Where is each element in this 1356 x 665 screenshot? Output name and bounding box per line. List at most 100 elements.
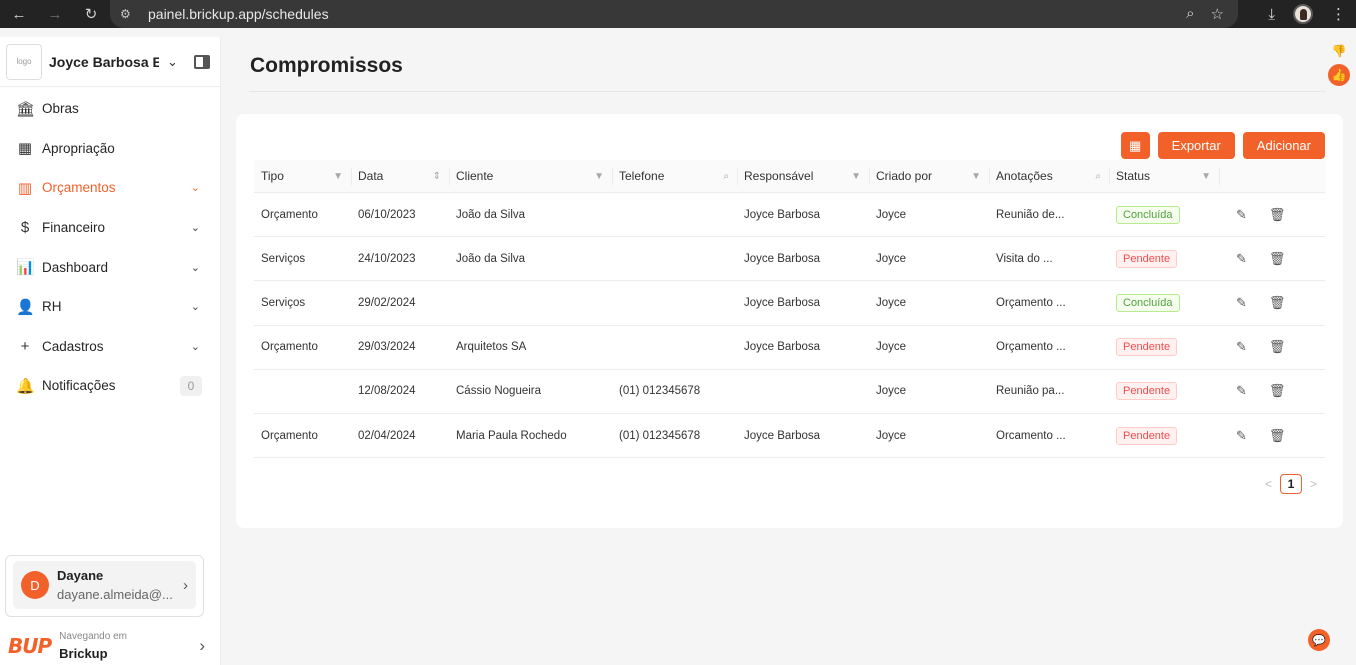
trash-icon[interactable]: 🗑 xyxy=(1269,295,1286,311)
back-icon[interactable]: ← xyxy=(8,6,30,23)
url-text[interactable]: painel.brickup.app/schedules xyxy=(148,6,329,22)
feedback-widget: 👎 👍 xyxy=(1328,44,1350,86)
chevron-down-icon: ⌄ xyxy=(190,182,200,195)
column-header-criado-por[interactable]: Criado por ▼ xyxy=(869,160,989,192)
edit-icon[interactable]: ✎ xyxy=(1236,251,1247,267)
cell-anotacoes: Reunião pa... xyxy=(996,385,1065,398)
edit-icon[interactable]: ✎ xyxy=(1236,383,1247,399)
trash-icon[interactable]: 🗑 xyxy=(1269,339,1286,355)
cell-data: 06/10/2023 xyxy=(358,208,416,221)
column-header-cliente[interactable]: Cliente ▼ xyxy=(449,160,612,192)
column-label: Tipo xyxy=(261,169,284,183)
column-header-anotacoes[interactable]: Anotações ⌕ xyxy=(989,160,1109,192)
chevron-right-icon[interactable]: › xyxy=(199,636,205,656)
column-label: Telefone xyxy=(619,169,665,183)
filter-icon[interactable]: ▼ xyxy=(971,171,981,182)
sidebar-item-obras[interactable]: 🏛 Obras xyxy=(0,89,220,129)
status-badge: Pendente xyxy=(1116,382,1178,401)
filter-icon[interactable]: ▼ xyxy=(1201,171,1211,182)
table-row[interactable]: Orçamento 29/03/2024 Arquitetos SA Joyce… xyxy=(254,326,1325,370)
column-header-status[interactable]: Status ▼ xyxy=(1109,160,1219,192)
column-header-tipo[interactable]: Tipo ▼ xyxy=(254,160,351,192)
company-name[interactable]: Joyce Barbosa E... xyxy=(49,54,159,70)
profile-icon[interactable] xyxy=(1293,4,1313,24)
sidebar-item-financeiro[interactable]: $ Financeiro ⌄ xyxy=(0,208,220,248)
cell-criado-por: Joyce xyxy=(876,429,907,442)
company-switcher[interactable]: logo Joyce Barbosa E... ⌄ xyxy=(0,37,220,87)
download-icon[interactable]: ⤓ xyxy=(1268,6,1275,23)
notification-count-badge: 0 xyxy=(180,375,202,396)
forward-icon[interactable]: → xyxy=(44,6,66,23)
sidebar-item-label: Apropriação xyxy=(42,140,115,156)
sidebar-item-label: Obras xyxy=(42,101,79,117)
trash-icon[interactable]: 🗑 xyxy=(1269,383,1286,399)
cell-anotacoes: Orçamento ... xyxy=(996,296,1066,309)
sidebar-item-rh[interactable]: 👤 RH ⌄ xyxy=(0,287,220,327)
cell-telefone xyxy=(612,326,737,369)
sort-icon[interactable]: ⇕ xyxy=(433,171,441,182)
sidebar-item-label: Dashboard xyxy=(42,259,109,275)
sidebar-toggle-icon[interactable] xyxy=(193,54,210,69)
table-row[interactable]: Serviços 29/02/2024 Joyce Barbosa Joyce … xyxy=(254,281,1325,326)
cell-tipo: Serviços xyxy=(261,296,306,309)
cell-telefone xyxy=(612,281,737,324)
cell-criado-por: Joyce xyxy=(876,385,907,398)
cell-tipo: Orçamento xyxy=(261,429,318,442)
chevron-down-icon: ⌄ xyxy=(190,222,200,235)
address-bar[interactable]: ⚙ painel.brickup.app/schedules ⌕ ☆ xyxy=(110,0,1238,28)
edit-icon[interactable]: ✎ xyxy=(1236,428,1247,444)
menu-icon[interactable]: ⋮ xyxy=(1331,5,1346,23)
table-row[interactable]: Orçamento 02/04/2024 Maria Paula Rochedo… xyxy=(254,414,1325,459)
grid-icon: ▦ xyxy=(17,140,33,158)
trash-icon[interactable]: 🗑 xyxy=(1269,428,1286,444)
column-label: Cliente xyxy=(456,169,494,183)
sidebar-item-notificacoes[interactable]: 🔔 Notificações 0 xyxy=(0,366,220,406)
filter-icon[interactable]: ▼ xyxy=(333,171,343,182)
thumbs-down-icon[interactable]: 👎 xyxy=(1332,44,1347,58)
edit-icon[interactable]: ✎ xyxy=(1236,207,1247,223)
table-row[interactable]: 12/08/2024 Cássio Nogueira (01) 01234567… xyxy=(254,370,1325,414)
column-header-telefone[interactable]: Telefone ⌕ xyxy=(612,160,737,192)
table-row[interactable]: Serviços 24/10/2023 João da Silva Joyce … xyxy=(254,237,1325,282)
cell-anotacoes: Orçamento ... xyxy=(996,341,1066,354)
sidebar-item-label: RH xyxy=(42,299,62,315)
chevron-right-icon[interactable]: › xyxy=(183,577,188,594)
next-page-button[interactable]: > xyxy=(1310,477,1317,491)
zoom-icon[interactable]: ⌕ xyxy=(1186,5,1194,23)
user-card[interactable]: D Dayane dayane.almeida@... › xyxy=(5,555,204,617)
thumbs-up-icon[interactable]: 👍 xyxy=(1328,64,1350,86)
reload-icon[interactable]: ↻ xyxy=(80,5,102,23)
trash-icon[interactable]: 🗑 xyxy=(1269,251,1286,267)
star-icon[interactable]: ☆ xyxy=(1211,5,1224,23)
calendar-button[interactable]: ▦ xyxy=(1120,132,1150,159)
table-row[interactable]: Orçamento 06/10/2023 João da Silva Joyce… xyxy=(254,193,1325,238)
chevron-down-icon[interactable]: ⌄ xyxy=(167,54,178,70)
sidebar-item-orcamentos[interactable]: ▥ Orçamentos ⌄ xyxy=(0,168,220,208)
building-icon: 🏛 xyxy=(16,100,36,118)
sidebar-item-dashboard[interactable]: 📊 Dashboard ⌄ xyxy=(0,247,220,287)
barcode-icon: ▥ xyxy=(17,179,33,197)
workspace-switcher[interactable]: BUP Navegando em Brickup › xyxy=(8,627,213,665)
filter-icon[interactable]: ▼ xyxy=(594,171,604,182)
prev-page-button[interactable]: < xyxy=(1265,477,1272,491)
column-header-responsavel[interactable]: Responsável ▼ xyxy=(737,160,869,192)
edit-icon[interactable]: ✎ xyxy=(1236,339,1247,355)
status-badge: Pendente xyxy=(1116,426,1178,445)
search-icon[interactable]: ⌕ xyxy=(723,171,729,182)
sidebar-item-apropriacao[interactable]: ▦ Apropriação xyxy=(0,129,220,169)
add-button[interactable]: Adicionar xyxy=(1242,132,1325,159)
trash-icon[interactable]: 🗑 xyxy=(1269,207,1286,223)
sidebar-item-cadastros[interactable]: + Cadastros ⌄ xyxy=(0,327,220,367)
search-icon[interactable]: ⌕ xyxy=(1095,171,1101,182)
cell-cliente xyxy=(449,281,612,324)
chat-icon[interactable]: 💬 xyxy=(1308,629,1330,651)
column-header-data[interactable]: Data ⇕ xyxy=(351,160,449,192)
sidebar-item-label: Notificações xyxy=(42,378,116,394)
cell-cliente: João da Silva xyxy=(456,252,526,265)
export-button[interactable]: Exportar xyxy=(1157,132,1235,159)
edit-icon[interactable]: ✎ xyxy=(1236,295,1247,311)
site-settings-icon[interactable]: ⚙ xyxy=(120,7,142,21)
filter-icon[interactable]: ▼ xyxy=(851,171,861,182)
page-button-current[interactable]: 1 xyxy=(1279,474,1302,494)
bell-icon: 🔔 xyxy=(16,377,35,395)
